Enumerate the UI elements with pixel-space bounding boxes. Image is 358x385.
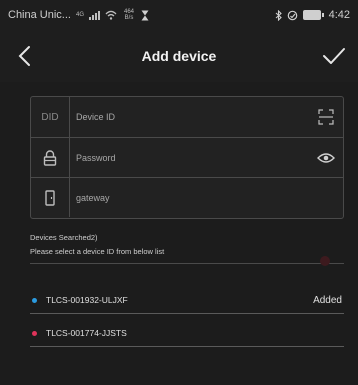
toggle-password-visibility[interactable] xyxy=(309,152,343,164)
scan-icon xyxy=(318,109,334,125)
list-item[interactable]: TLCS-001774-JJSTS xyxy=(30,320,344,347)
device-id-row: DID xyxy=(31,97,343,137)
status-bar: China Unic... 4G 464 B/s 4:42 xyxy=(0,0,358,30)
back-button[interactable] xyxy=(10,42,38,70)
list-item[interactable]: TLCS-001932-ULJXF Added xyxy=(30,287,344,314)
password-input[interactable] xyxy=(69,138,309,177)
battery-icon xyxy=(302,10,324,20)
sync-icon xyxy=(287,10,297,20)
searching-indicator-icon xyxy=(320,256,330,266)
add-device-screen: China Unic... 4G 464 B/s 4:42 Add device… xyxy=(0,0,358,385)
section-divider xyxy=(30,263,344,264)
device-name: TLCS-001932-ULJXF xyxy=(46,295,128,305)
carrier-label: China Unic... xyxy=(8,9,71,21)
gateway-input[interactable] xyxy=(69,178,309,217)
devices-searched-hint: Please select a device ID from below lis… xyxy=(30,247,165,256)
gateway-row xyxy=(31,177,343,217)
door-icon xyxy=(31,189,69,206)
password-row xyxy=(31,137,343,177)
eye-icon xyxy=(317,152,335,163)
signal-icon xyxy=(89,10,100,20)
device-id-label-icon: DID xyxy=(41,111,59,123)
device-list: TLCS-001932-ULJXF Added TLCS-001774-JJST… xyxy=(30,287,344,347)
app-header: Add device xyxy=(0,30,358,82)
status-bar-left: China Unic... 4G 464 B/s xyxy=(8,9,149,21)
device-status-badge: Added xyxy=(313,294,342,306)
status-bar-right: 4:42 xyxy=(275,9,350,21)
wifi-icon xyxy=(105,10,117,20)
status-dot-icon xyxy=(32,297,37,303)
bluetooth-icon xyxy=(275,9,282,21)
clock-label: 4:42 xyxy=(328,9,350,21)
confirm-button[interactable] xyxy=(320,42,348,70)
checkmark-icon xyxy=(322,48,345,64)
status-dot-icon xyxy=(32,330,37,336)
page-title: Add device xyxy=(141,48,217,64)
device-form: DID xyxy=(30,96,344,219)
scan-button[interactable] xyxy=(309,109,343,125)
devices-searched-title: Devices Searched2) xyxy=(30,233,98,242)
hourglass-icon xyxy=(141,10,149,20)
device-id-input[interactable] xyxy=(69,97,309,137)
device-name: TLCS-001774-JJSTS xyxy=(46,328,127,338)
devices-searched-section: Devices Searched2) Please select a devic… xyxy=(30,233,344,266)
lock-icon xyxy=(31,149,69,166)
back-chevron-icon xyxy=(18,46,30,66)
speed-label: 464 B/s xyxy=(123,9,134,21)
network-type: 4G xyxy=(75,12,84,18)
